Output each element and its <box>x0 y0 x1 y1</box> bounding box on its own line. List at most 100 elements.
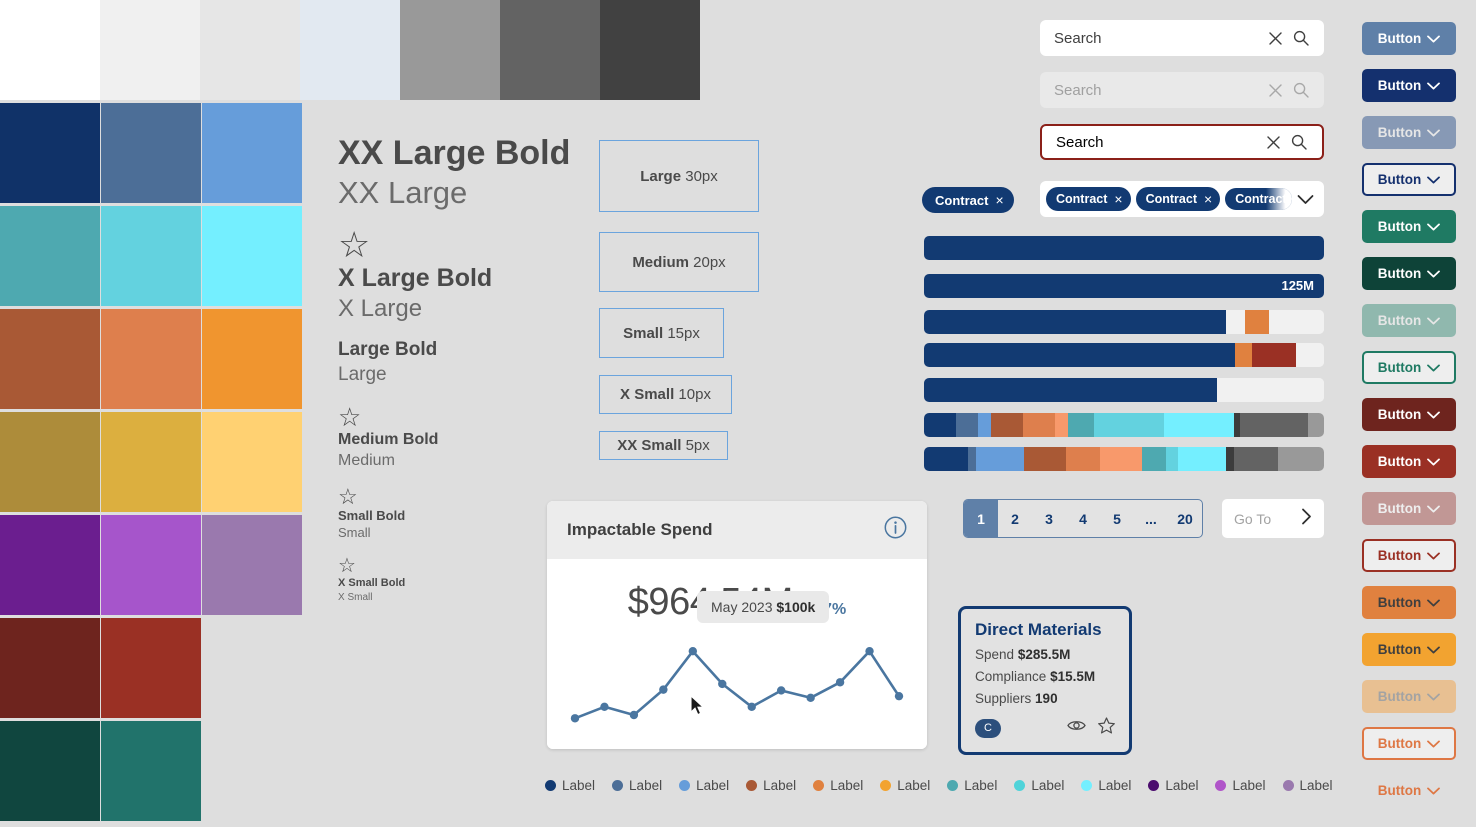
color-swatch-grid <box>0 103 303 824</box>
button-warning-outline[interactable]: Button <box>1362 727 1456 760</box>
pagination-page-1[interactable]: 1 <box>964 500 998 537</box>
chart-point[interactable] <box>806 693 815 703</box>
legend-item[interactable]: Label <box>1215 778 1266 793</box>
clear-icon[interactable] <box>1260 135 1286 150</box>
chart-point[interactable] <box>747 702 756 712</box>
pagination-page-20[interactable]: 20 <box>1168 500 1202 537</box>
button-warning-disabled[interactable]: Button <box>1362 680 1456 713</box>
legend-item[interactable]: Label <box>1081 778 1131 793</box>
chip-contract-truncated[interactable]: Contract <box>1225 188 1292 210</box>
search-field-default[interactable]: Search <box>1040 20 1324 56</box>
star-icon[interactable] <box>1098 717 1115 739</box>
legend-color-dot <box>1014 780 1026 791</box>
chevron-down-icon[interactable] <box>1427 364 1441 372</box>
button-success-outline[interactable]: Button <box>1362 351 1456 384</box>
chart-point[interactable] <box>835 678 845 687</box>
legend-item[interactable]: Label <box>545 778 595 793</box>
legend-item[interactable]: Label <box>1014 778 1064 793</box>
search-field-error[interactable]: Search <box>1040 124 1324 160</box>
chevron-down-icon[interactable] <box>1427 223 1441 231</box>
chart-point[interactable] <box>718 679 727 689</box>
button-warning-text[interactable]: Button <box>1362 774 1456 807</box>
chart-point[interactable] <box>894 691 904 701</box>
chart-line <box>574 649 901 720</box>
progress-segment <box>1226 447 1234 471</box>
button-danger-hover[interactable]: Button <box>1362 398 1456 431</box>
color-swatch <box>0 0 100 100</box>
legend-item[interactable]: Label <box>679 778 729 793</box>
chart-point[interactable] <box>570 714 580 723</box>
chevron-down-icon[interactable] <box>1427 411 1441 419</box>
chevron-down-icon[interactable] <box>1427 458 1441 466</box>
chip-remove-icon[interactable]: × <box>1204 191 1212 207</box>
chevron-down-icon[interactable] <box>1427 693 1441 701</box>
chart-point[interactable] <box>659 685 668 694</box>
button-success-hover[interactable]: Button <box>1362 210 1456 243</box>
button-danger-disabled[interactable]: Button <box>1362 492 1456 525</box>
legend-item[interactable]: Label <box>947 778 997 793</box>
legend-item[interactable]: Label <box>612 778 662 793</box>
legend-item[interactable]: Label <box>1148 778 1198 793</box>
eye-icon[interactable] <box>1067 719 1086 737</box>
chevron-down-icon[interactable] <box>1427 552 1441 560</box>
size-box-size: 15px <box>667 324 700 342</box>
button-success[interactable]: Button <box>1362 257 1456 290</box>
pagination-page-2[interactable]: 2 <box>998 500 1032 537</box>
button-primary-hover[interactable]: Button <box>1362 22 1456 55</box>
button-danger-outline[interactable]: Button <box>1362 539 1456 572</box>
chip-contract[interactable]: Contract × <box>922 187 1014 213</box>
chevron-down-icon[interactable] <box>1427 599 1441 607</box>
chevron-down-icon[interactable] <box>1427 646 1441 654</box>
pagination-page-...[interactable]: ... <box>1134 500 1168 537</box>
pagination-page-3[interactable]: 3 <box>1032 500 1066 537</box>
pagination[interactable]: 1 2 3 4 5... 20 <box>963 499 1203 538</box>
size-box-size: 30px <box>685 167 718 185</box>
search-input[interactable]: Search <box>1054 30 1262 47</box>
button-danger[interactable]: Button <box>1362 445 1456 478</box>
chip-contract[interactable]: Contract × <box>1046 187 1131 211</box>
clear-icon[interactable] <box>1262 31 1288 46</box>
chevron-down-icon[interactable] <box>1427 129 1441 137</box>
direct-materials-tile[interactable]: Direct Materials Spend $285.5M Complianc… <box>958 606 1132 755</box>
button-warning[interactable]: Button <box>1362 633 1456 666</box>
chevron-down-icon[interactable] <box>1427 787 1441 795</box>
type-specimen-t-l-b: Large Bold <box>338 339 438 361</box>
button-primary[interactable]: Button <box>1362 69 1456 102</box>
chevron-down-icon[interactable] <box>1427 82 1441 90</box>
chevron-down-icon[interactable] <box>1297 194 1318 205</box>
button-warning-hover[interactable]: Button <box>1362 586 1456 619</box>
chevron-down-icon[interactable] <box>1427 270 1441 278</box>
button-label: Button <box>1377 689 1422 704</box>
chevron-down-icon[interactable] <box>1427 176 1441 184</box>
chevron-right-icon[interactable] <box>1301 508 1312 530</box>
chart-point[interactable] <box>776 686 786 695</box>
chip-remove-icon[interactable]: × <box>995 192 1003 208</box>
chart-point[interactable] <box>865 646 874 656</box>
info-icon[interactable] <box>884 516 907 544</box>
button-success-disabled[interactable]: Button <box>1362 304 1456 337</box>
goto-page-button[interactable]: Go To <box>1222 499 1324 538</box>
chip-multiselect-field[interactable]: Contract × Contract × Contract <box>1040 181 1324 217</box>
chevron-down-icon[interactable] <box>1427 317 1441 325</box>
legend-item[interactable]: Label <box>880 778 930 793</box>
chevron-down-icon[interactable] <box>1427 35 1441 43</box>
chart-point[interactable] <box>629 710 639 720</box>
search-input-error[interactable]: Search <box>1056 134 1260 151</box>
avatar[interactable]: C <box>975 718 1001 738</box>
chevron-down-icon[interactable] <box>1427 505 1441 513</box>
search-icon[interactable] <box>1286 134 1312 150</box>
legend-item[interactable]: Label <box>1282 778 1333 793</box>
chip-remove-icon[interactable]: × <box>1114 191 1122 207</box>
button-primary-disabled[interactable]: Button <box>1362 116 1456 149</box>
color-swatch <box>0 721 100 821</box>
button-primary-outline[interactable]: Button <box>1362 163 1456 196</box>
legend-item[interactable]: Label <box>813 778 863 793</box>
chart-point[interactable] <box>688 646 698 656</box>
chevron-down-icon[interactable] <box>1427 740 1441 748</box>
search-icon[interactable] <box>1288 30 1314 46</box>
pagination-page-4[interactable]: 4 <box>1066 500 1100 537</box>
chip-contract[interactable]: Contract × <box>1135 187 1221 211</box>
legend-item[interactable]: Label <box>746 778 796 793</box>
chart-point[interactable] <box>600 702 609 712</box>
pagination-page-5[interactable]: 5 <box>1100 500 1134 537</box>
